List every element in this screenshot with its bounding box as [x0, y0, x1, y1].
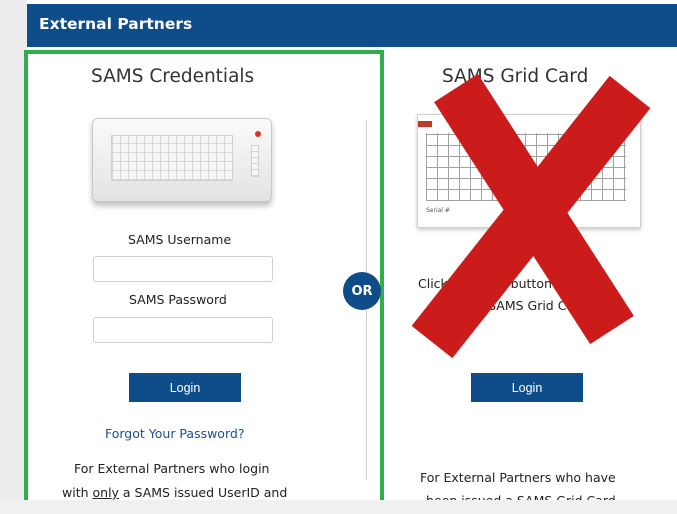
page-bottom-edge	[0, 500, 677, 514]
red-x-icon	[411, 73, 651, 359]
